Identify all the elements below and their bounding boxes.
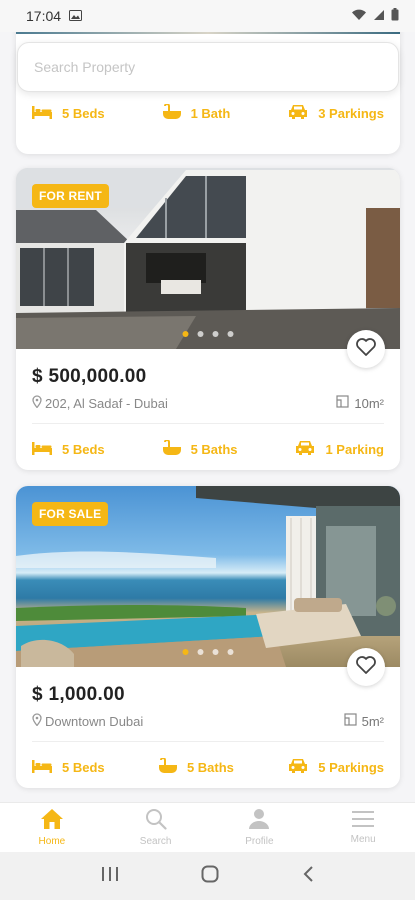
- baths-feature: 5 Baths: [162, 439, 238, 459]
- beds-label: 5 Beds: [62, 760, 105, 775]
- area-icon: [336, 395, 349, 411]
- beds-label: 5 Beds: [62, 442, 105, 457]
- parking-label: 3 Parkings: [318, 106, 384, 121]
- bottom-nav: Home Search Profile Menu: [0, 802, 415, 852]
- location-text: 202, Al Sadaf - Dubai: [45, 395, 168, 411]
- carousel-dot[interactable]: [227, 331, 234, 337]
- search-icon: [145, 808, 167, 833]
- listing-area: 10m²: [336, 395, 384, 411]
- location-text: Downtown Dubai: [45, 713, 144, 729]
- area-text: 10m²: [354, 395, 384, 411]
- wifi-icon: [351, 8, 367, 24]
- listing-features: 5 Beds 1 Bath 3 Parkings: [32, 103, 384, 123]
- battery-icon: [391, 8, 399, 24]
- nav-menu-label: Menu: [350, 834, 376, 845]
- listing-photo[interactable]: FOR SALE: [16, 486, 400, 667]
- listing-info: $ 1,000.00 Downtown Dubai 5m² 5 Beds 5 B…: [16, 667, 400, 787]
- listing-status-badge: FOR SALE: [32, 502, 109, 526]
- nav-profile-label: Profile: [245, 836, 274, 847]
- listing-status-badge: FOR RENT: [32, 184, 109, 208]
- bed-icon: [32, 105, 52, 122]
- location-pin-icon: [32, 395, 42, 411]
- search-input[interactable]: [34, 59, 382, 75]
- heart-icon: [356, 655, 376, 679]
- parking-feature: 5 Parkings: [288, 758, 384, 777]
- nav-home[interactable]: Home: [0, 803, 104, 852]
- bathtub-icon: [158, 757, 177, 777]
- car-icon: [295, 440, 315, 459]
- bathtub-icon: [162, 439, 181, 459]
- area-text: 5m²: [361, 713, 384, 729]
- listing-location: Downtown Dubai: [32, 713, 143, 729]
- favorite-button[interactable]: [347, 330, 385, 368]
- carousel-dot[interactable]: [197, 649, 204, 655]
- carousel-dots[interactable]: [182, 331, 234, 337]
- carousel-dot[interactable]: [227, 649, 234, 655]
- parking-feature: 1 Parking: [295, 440, 384, 459]
- favorite-button[interactable]: [347, 648, 385, 686]
- menu-icon: [352, 810, 375, 831]
- baths-label: 1 Bath: [190, 106, 231, 121]
- parking-feature: 3 Parkings: [288, 104, 384, 123]
- carousel-dot[interactable]: [182, 331, 189, 337]
- search-box[interactable]: [17, 42, 399, 92]
- car-icon: [288, 758, 308, 777]
- listing-info: $ 500,000.00 202, Al Sadaf - Dubai 10m² …: [16, 349, 400, 469]
- listing-card[interactable]: FOR SALE $ 1,000.00 Downtown Dubai 5m² 5…: [16, 486, 400, 788]
- car-icon: [288, 104, 308, 123]
- baths-label: 5 Baths: [186, 760, 234, 775]
- carousel-dot[interactable]: [197, 331, 204, 337]
- image-notification-icon: [69, 8, 83, 24]
- baths-feature: 1 Bath: [162, 103, 231, 123]
- system-navigation-bar: [0, 852, 415, 900]
- bed-icon: [32, 441, 52, 458]
- nav-search[interactable]: Search: [104, 803, 208, 852]
- listing-photo: [16, 32, 400, 34]
- nav-profile[interactable]: Profile: [208, 803, 312, 852]
- carousel-dot[interactable]: [212, 649, 219, 655]
- heart-icon: [356, 337, 376, 361]
- beds-feature: 5 Beds: [32, 441, 105, 458]
- listing-features: 5 Beds 5 Baths 5 Parkings: [32, 757, 384, 777]
- parking-label: 5 Parkings: [318, 760, 384, 775]
- beds-feature: 5 Beds: [32, 105, 105, 122]
- beds-label: 5 Beds: [62, 106, 105, 121]
- carousel-dot[interactable]: [212, 331, 219, 337]
- bed-icon: [32, 759, 52, 776]
- area-icon: [344, 713, 357, 729]
- card-divider: [32, 423, 384, 424]
- listing-card[interactable]: FOR RENT $ 500,000.00 202, Al Sadaf - Du…: [16, 168, 400, 470]
- bathtub-icon: [162, 103, 181, 123]
- listing-location: 202, Al Sadaf - Dubai: [32, 395, 168, 411]
- recent-apps-button[interactable]: [101, 866, 119, 887]
- home-icon: [40, 808, 64, 833]
- baths-feature: 5 Baths: [158, 757, 234, 777]
- nav-search-label: Search: [139, 836, 172, 847]
- user-icon: [248, 808, 270, 833]
- listing-price: $ 1,000.00: [32, 684, 125, 705]
- beds-feature: 5 Beds: [32, 759, 105, 776]
- listing-price: $ 500,000.00: [32, 366, 147, 387]
- listing-feed[interactable]: 5 Beds 1 Bath 3 Parkings FOR RENT $ 500,…: [0, 32, 415, 802]
- card-divider: [32, 741, 384, 742]
- carousel-dots[interactable]: [182, 649, 234, 655]
- listing-area: 5m²: [344, 713, 384, 729]
- status-bar: 17:04: [0, 0, 415, 32]
- signal-icon: [373, 8, 385, 24]
- listing-features: 5 Beds 5 Baths 1 Parking: [32, 439, 384, 459]
- status-time: 17:04: [26, 8, 62, 24]
- listing-photo[interactable]: FOR RENT: [16, 168, 400, 349]
- nav-menu[interactable]: Menu: [311, 803, 415, 852]
- back-button[interactable]: [302, 865, 314, 888]
- carousel-dot[interactable]: [182, 649, 189, 655]
- nav-home-label: Home: [38, 836, 66, 847]
- baths-label: 5 Baths: [190, 442, 238, 457]
- parking-label: 1 Parking: [325, 442, 384, 457]
- location-pin-icon: [32, 713, 42, 729]
- home-button[interactable]: [201, 865, 219, 888]
